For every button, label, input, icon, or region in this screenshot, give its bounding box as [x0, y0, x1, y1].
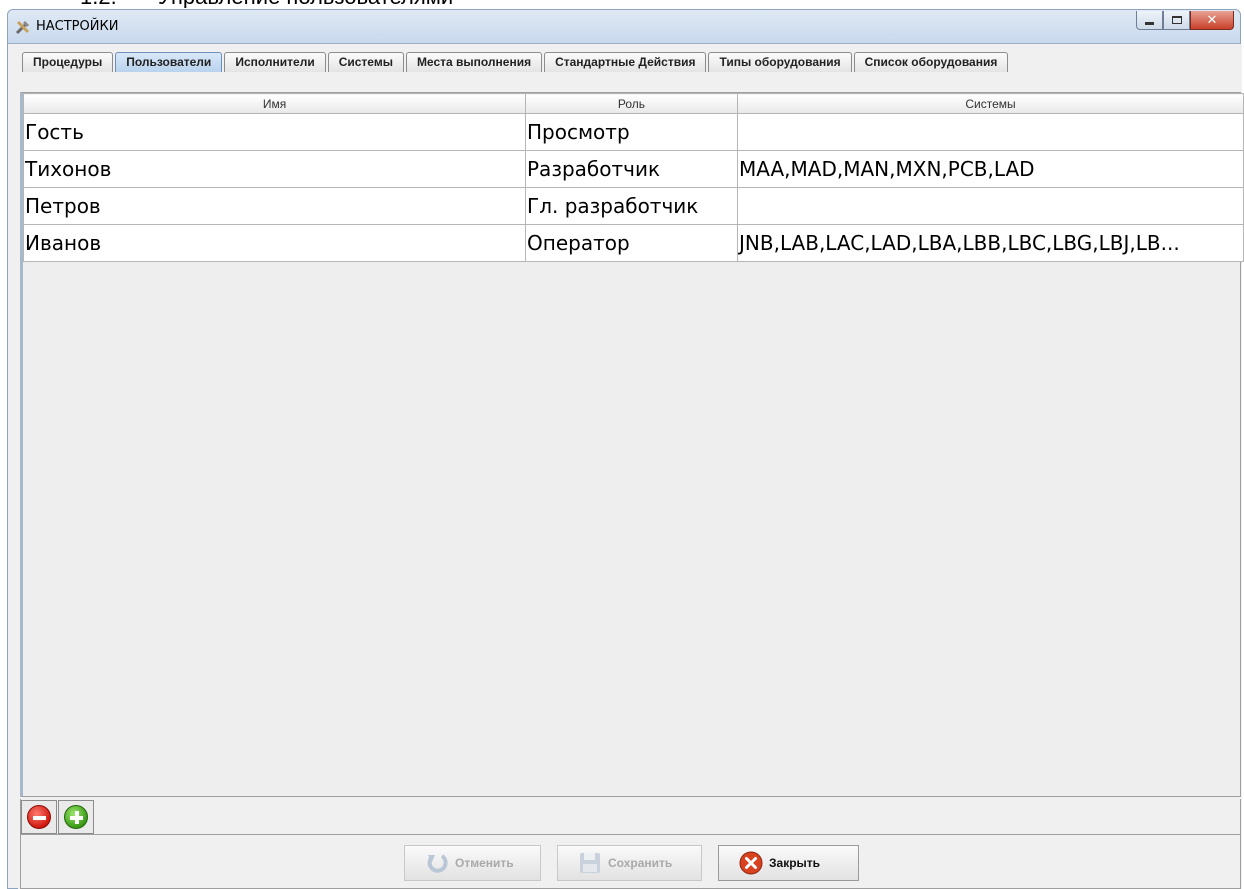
cell-name[interactable]: Гость	[23, 113, 526, 151]
tab-locations[interactable]: Места выполнения	[405, 52, 543, 72]
floppy-icon	[580, 853, 600, 873]
cancel-label: Отменить	[455, 856, 514, 870]
cell-systems[interactable]	[737, 187, 1244, 225]
column-header-name[interactable]: Имя	[23, 93, 526, 114]
section-title: Управление пользователями	[158, 0, 453, 8]
save-button[interactable]: Сохранить	[557, 845, 702, 881]
title-bar[interactable]: НАСТРОЙКИ ✕	[8, 10, 1240, 44]
minimize-button[interactable]	[1136, 11, 1163, 30]
tab-equipment-list[interactable]: Список оборудования	[853, 52, 1009, 72]
cell-systems[interactable]: MAA,MAD,MAN,MXN,PCB,LAD	[737, 150, 1244, 188]
close-button[interactable]: Закрыть	[718, 845, 859, 881]
section-number: 1.2.	[80, 0, 158, 8]
tools-icon	[15, 20, 30, 35]
cell-role[interactable]: Просмотр	[525, 113, 738, 151]
tab-executors[interactable]: Исполнители	[224, 52, 326, 72]
cell-name[interactable]: Петров	[23, 187, 526, 225]
window-title: НАСТРОЙКИ	[36, 19, 119, 34]
table-row[interactable]: Гость Просмотр	[23, 113, 1244, 151]
window-controls: ✕	[1136, 11, 1234, 30]
users-table: Имя Роль Системы Гость Просмотр Тихонов …	[23, 93, 1244, 262]
row-actions-bar	[20, 799, 1241, 835]
maximize-button[interactable]	[1163, 11, 1190, 30]
cell-systems[interactable]	[737, 113, 1244, 151]
tab-equipment-types[interactable]: Типы оборудования	[708, 52, 852, 72]
table-row[interactable]: Тихонов Разработчик MAA,MAD,MAN,MXN,PCB,…	[23, 150, 1244, 188]
close-circle-icon	[739, 851, 763, 875]
tab-procedures[interactable]: Процедуры	[22, 52, 114, 72]
cell-systems[interactable]: JNB,LAB,LAC,LAD,LBA,LBB,LBC,LBG,LBJ,LB..…	[737, 224, 1244, 262]
table-header-row: Имя Роль Системы	[23, 93, 1244, 114]
remove-user-button[interactable]	[21, 800, 57, 834]
add-user-button[interactable]	[58, 800, 94, 834]
minimize-icon	[1145, 21, 1154, 25]
tab-standard-actions[interactable]: Стандартные Действия	[544, 52, 707, 72]
remove-icon	[27, 805, 51, 829]
dialog-buttons-bar: Отменить Сохранить Закрыть	[20, 835, 1241, 889]
cancel-button[interactable]: Отменить	[404, 845, 541, 881]
cell-name[interactable]: Иванов	[23, 224, 526, 262]
column-header-systems[interactable]: Системы	[737, 93, 1244, 114]
add-icon	[64, 805, 88, 829]
cell-role[interactable]: Гл. разработчик	[525, 187, 738, 225]
settings-content: Процедуры Пользователи Исполнители Систе…	[18, 44, 1244, 889]
close-label: Закрыть	[769, 856, 821, 870]
tab-bar: Процедуры Пользователи Исполнители Систе…	[22, 52, 1010, 72]
table-row[interactable]: Иванов Оператор JNB,LAB,LAC,LAD,LBA,LBB,…	[23, 224, 1244, 262]
users-table-area: Имя Роль Системы Гость Просмотр Тихонов …	[20, 92, 1244, 797]
undo-icon	[427, 854, 448, 873]
column-header-role[interactable]: Роль	[525, 93, 738, 114]
tab-users[interactable]: Пользователи	[115, 52, 223, 72]
settings-window: НАСТРОЙКИ ✕ Процедуры Пользователи Испол…	[7, 9, 1244, 889]
maximize-icon	[1171, 16, 1182, 24]
close-x-icon: ✕	[1206, 12, 1218, 28]
save-label: Сохранить	[608, 856, 673, 870]
cell-name[interactable]: Тихонов	[23, 150, 526, 188]
document-heading: 1.2.Управление пользователями	[80, 0, 453, 8]
cell-role[interactable]: Оператор	[525, 224, 738, 262]
table-row[interactable]: Петров Гл. разработчик	[23, 187, 1244, 225]
window-close-button[interactable]: ✕	[1190, 11, 1234, 30]
tab-systems[interactable]: Системы	[327, 52, 404, 72]
cell-role[interactable]: Разработчик	[525, 150, 738, 188]
